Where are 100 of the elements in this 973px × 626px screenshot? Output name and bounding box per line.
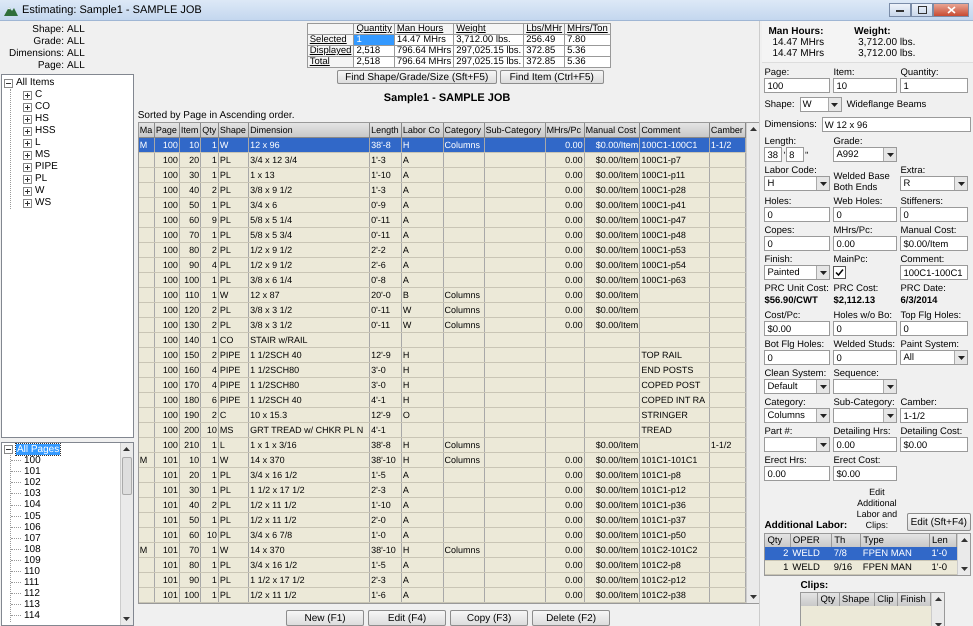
dropdown[interactable]: Painted [764, 265, 830, 280]
dropdown[interactable]: Columns [764, 408, 830, 423]
checkbox[interactable] [833, 266, 846, 279]
action-button[interactable]: Delete (F2) [532, 610, 610, 626]
column-header[interactable]: Category [443, 123, 484, 138]
dropdown[interactable] [764, 437, 830, 452]
dropdown[interactable]: R [900, 176, 968, 191]
input-field[interactable]: 0 [900, 207, 968, 222]
input-field[interactable]: 0 [833, 207, 898, 222]
tree-item[interactable]: HS [35, 113, 49, 125]
table-row[interactable]: 100 200 10 MS GRT TREAD w/ CHKR PL N 4'-1 TREAD [138, 422, 746, 438]
table-row[interactable]: 100 140 1 CO STAIR w/RAIL [138, 332, 746, 348]
tree-item[interactable]: CO [35, 101, 50, 113]
input-field[interactable]: $0.00 [764, 321, 830, 336]
tree-item[interactable]: 100 [23, 455, 42, 466]
input-field[interactable]: 0 [764, 236, 830, 251]
table-row[interactable]: 100 50 1 PL 3/4 x 6 0'-9 A 0.00 $0.00/Item 100C1-p41 [138, 198, 746, 212]
expand-icon[interactable] [23, 186, 32, 196]
table-row[interactable]: 100 150 2 PIPE 1 1/2SCH 40 12'-9 H TOP RAIL [138, 348, 746, 362]
minimize-button[interactable] [889, 3, 911, 17]
table-row[interactable]: 100 30 1 PL 1 x 13 1'-10 A 0.00 $0.00/Item 100C1-p11 [138, 168, 746, 182]
tree-item[interactable]: PL [35, 173, 48, 185]
table-row[interactable]: 100 110 1 W 12 x 87 20'-0 B Columns 0.00 $0.00/Item [138, 288, 746, 302]
table-row[interactable]: M 101 70 1 W 14 x 370 38'-10 H Columns 0.00 $0.00/Item 101C2-101C2 [138, 542, 746, 558]
column-header[interactable]: Manual Cost [584, 123, 640, 138]
input-field[interactable]: 0 [900, 321, 968, 336]
dropdown[interactable] [833, 379, 898, 394]
input-field[interactable]: 8 [786, 147, 804, 162]
input-field[interactable]: 1 [900, 78, 968, 93]
tree-item[interactable]: HSS [35, 125, 56, 137]
table-row[interactable]: 100 190 2 C 10 x 15.3 12'-9 O STRINGER [138, 408, 746, 422]
tree-item[interactable]: 106 [23, 522, 42, 533]
column-header[interactable]: Shape [218, 123, 249, 138]
expand-icon[interactable] [23, 126, 32, 136]
action-button[interactable]: Edit (F4) [368, 610, 446, 626]
dropdown[interactable]: All [900, 350, 968, 365]
column-header[interactable]: Item [179, 123, 201, 138]
input-field[interactable]: 100 [764, 78, 830, 93]
input-field[interactable]: 0 [833, 321, 898, 336]
dropdown[interactable]: Default [764, 379, 830, 394]
expand-icon[interactable] [23, 138, 32, 148]
tree-item[interactable]: WS [35, 197, 52, 209]
column-header[interactable]: Ma [138, 123, 154, 138]
tree-item[interactable]: 103 [23, 488, 42, 500]
column-header[interactable]: Labor Co [401, 123, 443, 138]
column-header[interactable]: MHrs/Pc [545, 123, 584, 138]
down-arrow-icon[interactable] [748, 592, 758, 601]
up-arrow-icon[interactable] [960, 536, 968, 545]
edit-button[interactable]: Edit (Sft+F4) [906, 513, 971, 531]
action-button[interactable]: Copy (F3) [450, 610, 528, 626]
expand-icon[interactable] [23, 162, 32, 172]
input-field[interactable]: 0 [833, 350, 898, 365]
input-field[interactable]: 1-1/2 [900, 408, 968, 423]
input-field[interactable]: W 12 x 96 [822, 117, 971, 132]
table-row[interactable]: 100 40 2 PL 3/8 x 9 1/2 1'-3 A 0.00 $0.00/Item 100C1-p28 [138, 182, 746, 198]
tree-item[interactable]: W [35, 185, 44, 197]
table-row[interactable]: M 100 10 1 W 12 x 96 38'-8 H Columns 0.00 $0.00/Item 100C1-100C1 1-1/2 [138, 138, 746, 152]
tree-item[interactable]: L [35, 137, 41, 149]
column-header[interactable]: Comment [640, 123, 710, 138]
input-field[interactable]: 0.00 [833, 437, 898, 452]
collapse-icon[interactable] [4, 78, 13, 88]
tree-item[interactable]: All Items [16, 77, 54, 89]
table-row[interactable]: 100 20 1 PL 3/4 x 12 3/4 1'-3 A 0.00 $0.00/Item 100C1-p7 [138, 152, 746, 168]
table-row[interactable]: 100 90 4 PL 1/2 x 9 1/2 2'-6 A 0.00 $0.00/Item 100C1-p54 [138, 258, 746, 272]
collapse-icon[interactable] [4, 445, 13, 454]
input-field[interactable]: 0 [764, 207, 830, 222]
column-header[interactable]: Dimension [248, 123, 370, 138]
expand-icon[interactable] [23, 114, 32, 124]
column-header[interactable]: Camber [709, 123, 746, 138]
table-row[interactable]: 101 30 1 PL 1 1/2 x 17 1/2 2'-3 A 0.00 $0.00/Item 101C1-p12 [138, 482, 746, 498]
tree-item[interactable]: 102 [23, 477, 42, 488]
tree-item[interactable]: 107 [23, 532, 42, 544]
tree-item[interactable]: 108 [23, 544, 42, 555]
expand-icon[interactable] [23, 174, 32, 184]
column-header[interactable]: Length [370, 123, 402, 138]
tree-item[interactable]: PIPE [35, 161, 58, 173]
table-row[interactable]: 101 40 2 PL 1/2 x 11 1/2 1'-10 A 0.00 $0.00/Item 101C1-p36 [138, 498, 746, 512]
input-field[interactable]: $0.00 [833, 466, 898, 481]
input-field[interactable]: 38 [764, 147, 782, 162]
tree-item[interactable]: 110 [23, 566, 41, 578]
table-row[interactable]: 100 130 2 PL 3/8 x 3 1/2 0'-11 W Columns 0.00 $0.00/Item [138, 318, 746, 332]
table-row[interactable]: 101 100 1 PL 1/2 x 11 1/2 1'-6 A 0.00 $0.00/Item 101C2-p38 [138, 588, 746, 602]
tree-item[interactable]: 104 [23, 499, 42, 511]
expand-icon[interactable] [23, 90, 32, 100]
column-header[interactable]: Sub-Category [484, 123, 546, 138]
column-header[interactable]: Qty [200, 123, 218, 138]
action-button[interactable]: New (F1) [286, 610, 364, 626]
table-row[interactable]: 100 170 4 PIPE 1 1/2SCH80 3'-0 H COPED POST [138, 378, 746, 392]
find-button[interactable]: Find Item (Ctrl+F5) [500, 70, 604, 84]
table-row[interactable]: 100 80 2 PL 1/2 x 9 1/2 2'-2 A 0.00 $0.00/Item 100C1-p53 [138, 242, 746, 258]
input-field[interactable]: 0.00 [833, 236, 898, 251]
input-field[interactable]: 0 [764, 350, 830, 365]
up-arrow-icon[interactable] [934, 595, 943, 604]
table-row[interactable]: 2 WELD 7/8 FPEN MAN 1'-0 [765, 547, 956, 560]
up-arrow-icon[interactable] [748, 125, 758, 134]
tree-item[interactable]: 109 [23, 554, 42, 566]
expand-icon[interactable] [23, 102, 32, 112]
input-field[interactable]: $0.00/Item [900, 236, 968, 251]
column-header[interactable]: Page [154, 123, 180, 138]
input-field[interactable]: 100C1-100C1 [900, 265, 968, 280]
